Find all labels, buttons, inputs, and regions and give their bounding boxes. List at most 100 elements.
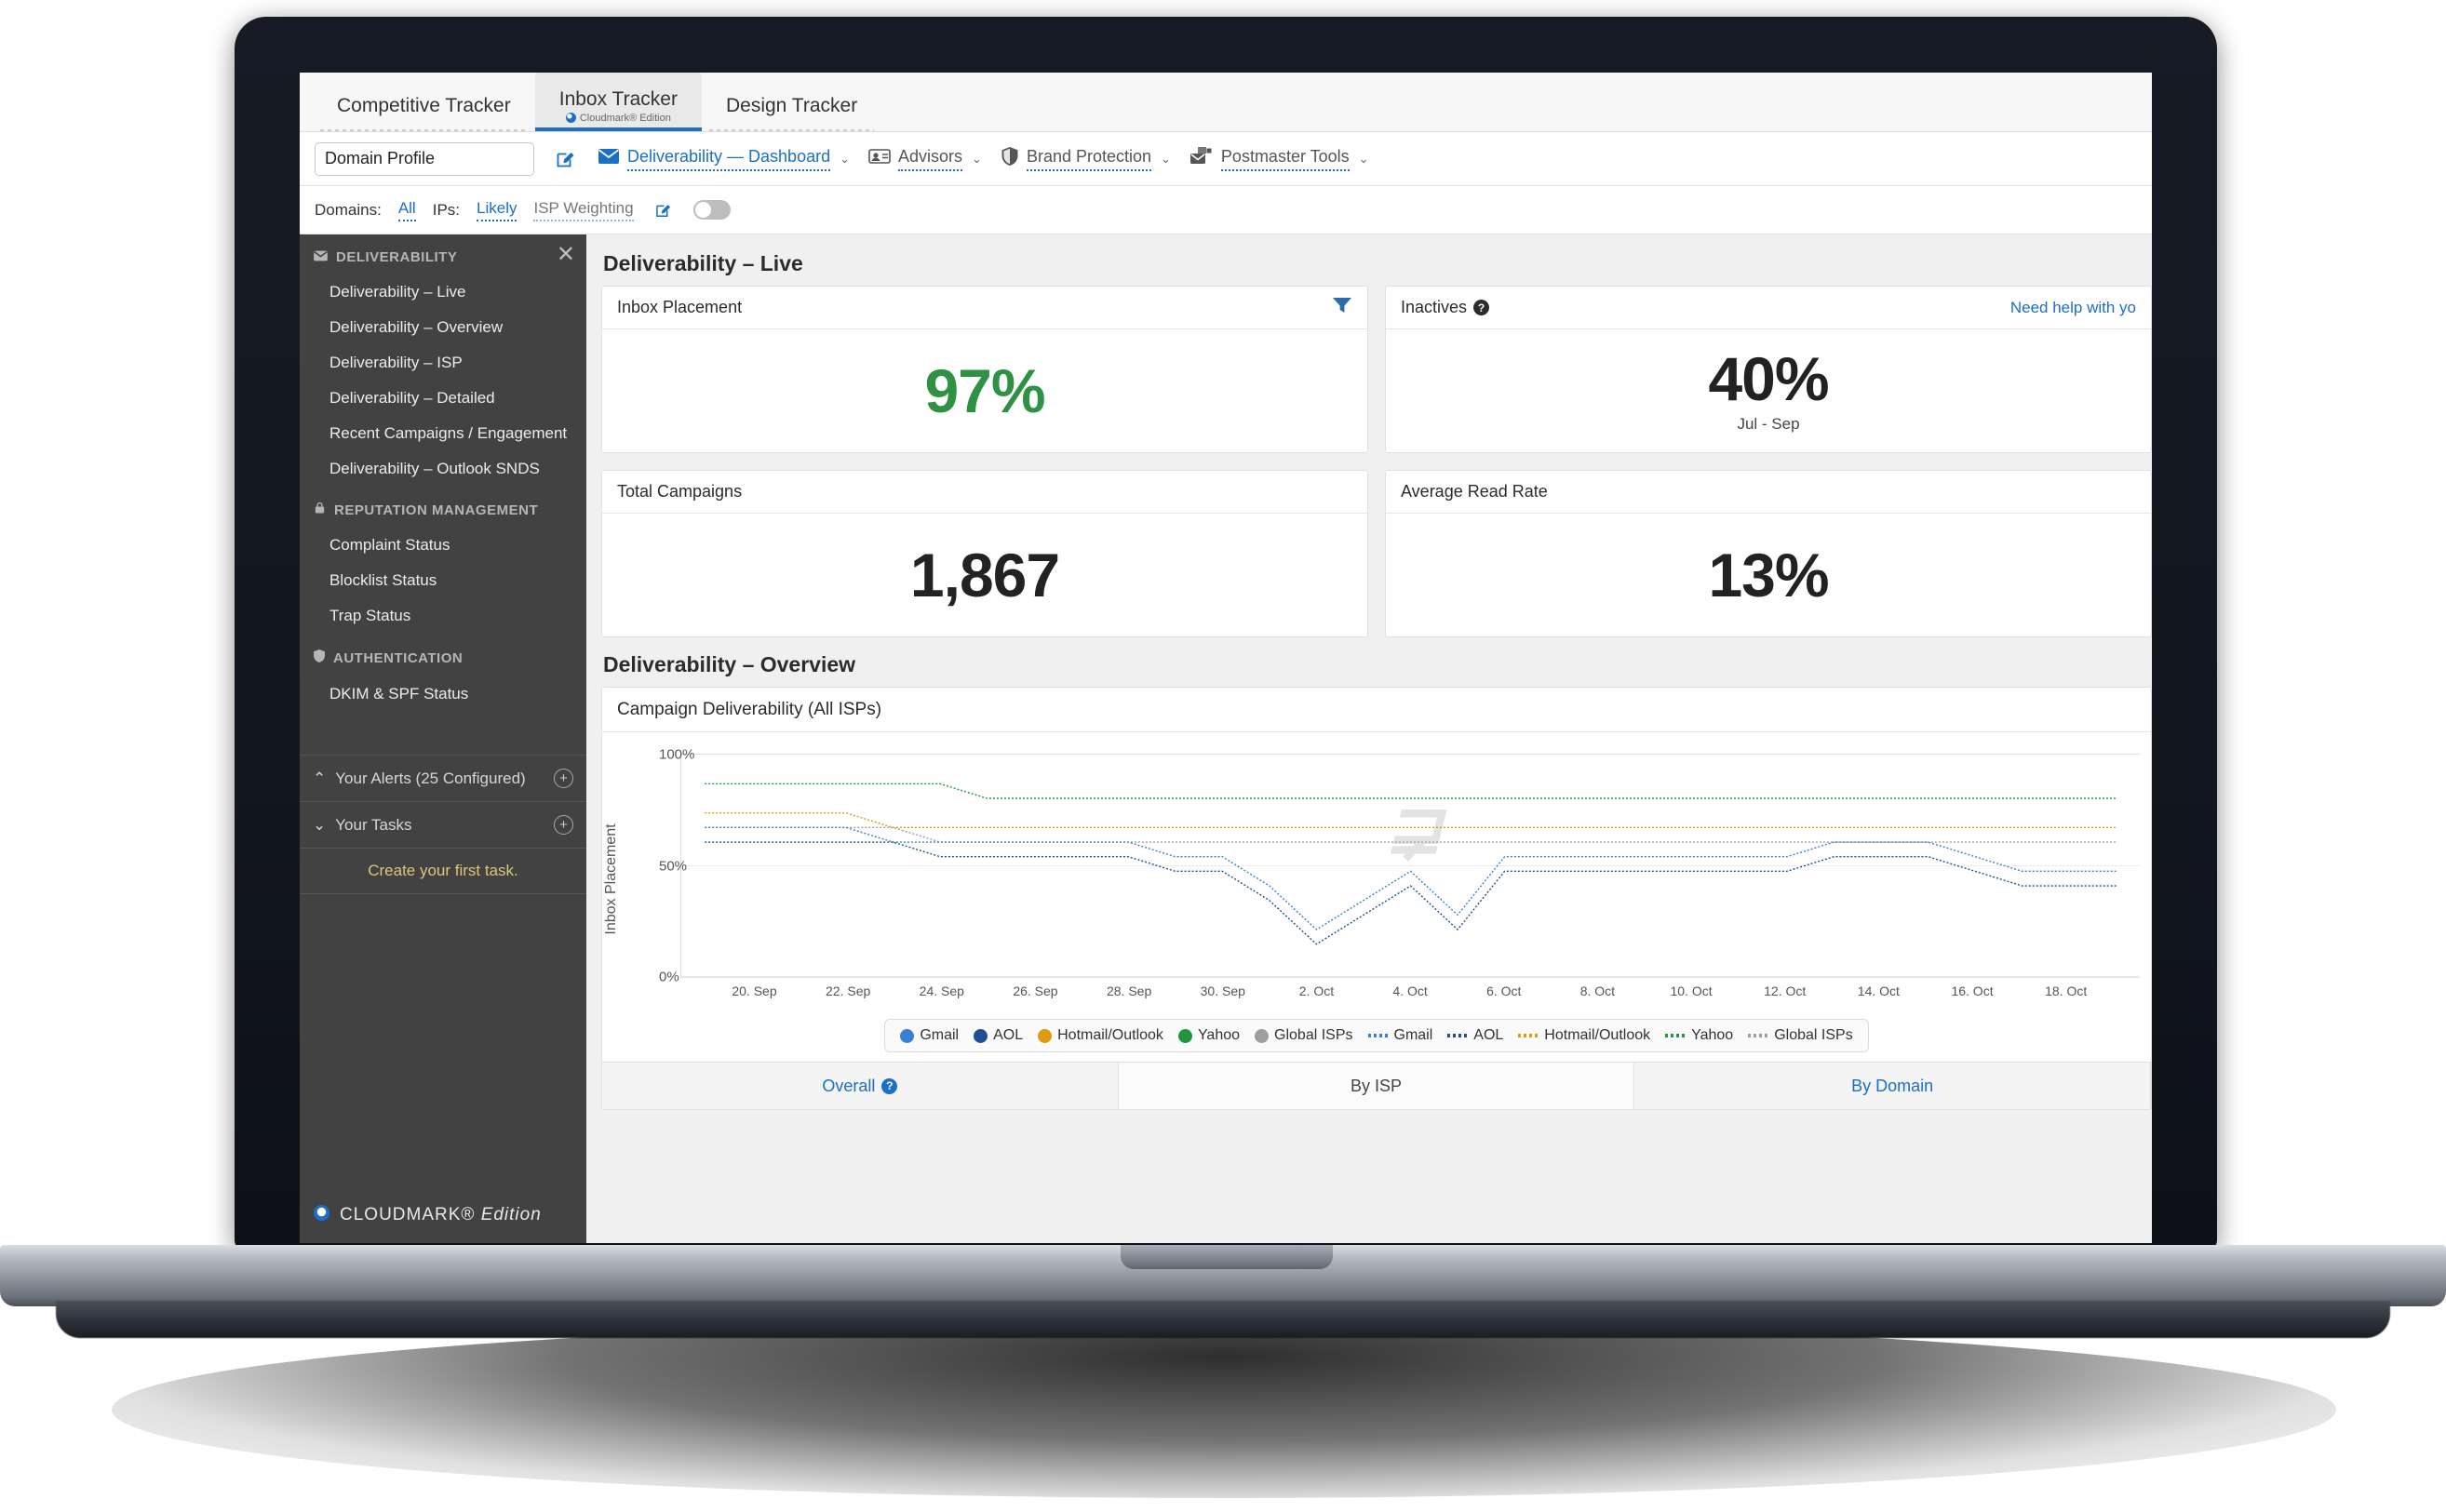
- card-average-read-rate: Average Read Rate 13%: [1385, 470, 2152, 637]
- menu-label: Advisors: [898, 147, 963, 171]
- section-title: REPUTATION MANAGEMENT: [334, 502, 539, 518]
- chart-title: Campaign Deliverability (All ISPs): [602, 688, 2151, 732]
- x-axis-ticks: 20. Sep 22. Sep 24. Sep 26. Sep 28. Sep 30. S…: [680, 983, 2140, 1008]
- deliverability-overview-title: Deliverability – Overview: [603, 652, 856, 676]
- plot-wrapper: Inbox Placement ⋥ 0% 50% 100% 20. Sep 22. S…: [603, 747, 2145, 1011]
- sidebar-section-authentication: AUTHENTICATION: [300, 634, 586, 676]
- tab-competitive-tracker[interactable]: Competitive Tracker: [313, 73, 535, 131]
- help-icon[interactable]: ?: [1473, 300, 1490, 315]
- menu-label: Postmaster Tools: [1220, 147, 1350, 171]
- sidebar-item-complaint-status[interactable]: Complaint Status: [300, 528, 586, 563]
- sidebar-item-blocklist-status[interactable]: Blocklist Status: [300, 563, 586, 598]
- x-axis-tick: 28. Sep: [1106, 983, 1152, 998]
- tab-label: Competitive Tracker: [337, 95, 511, 117]
- your-alerts-label: Your Alerts (25 Configured): [335, 769, 526, 787]
- card-header: Inactives ? Need help with yo: [1386, 287, 2151, 329]
- menu-label: Deliverability — Dashboard: [627, 147, 831, 171]
- x-axis-tick: 18. Oct: [2045, 983, 2088, 998]
- plus-circle-icon[interactable]: +: [554, 769, 573, 788]
- x-axis-tick: [1996, 983, 2042, 1008]
- x-axis-tick: [871, 983, 918, 1008]
- y-axis-tick: 100%: [659, 746, 695, 763]
- menu-advisors[interactable]: Advisors ⌄: [868, 147, 982, 171]
- laptop-foot: [56, 1301, 2390, 1338]
- main-content: Deliverability – Live Inbox Placement 97…: [586, 234, 2152, 1243]
- menu-postmaster-tools[interactable]: Postmaster Tools ⌄: [1189, 146, 1369, 171]
- ips-value-link[interactable]: Likely: [477, 199, 517, 221]
- sidebar: ✕ DELIVERABILITY Deliverability – Live D…: [300, 234, 586, 1243]
- laptop-notch: [1121, 1245, 1333, 1269]
- chart-area: Inbox Placement ⋥ 0% 50% 100% 20. Sep 22. S…: [602, 732, 2151, 1011]
- ips-label: IPs:: [432, 200, 461, 219]
- x-axis-tick: 6. Oct: [1486, 983, 1522, 998]
- trend-line-yahoo: [705, 783, 2116, 798]
- sidebar-item-deliverability-live[interactable]: Deliverability – Live: [300, 274, 586, 310]
- sidebar-your-tasks[interactable]: ⌄ Your Tasks +: [300, 802, 586, 849]
- isp-weighting-toggle[interactable]: [692, 200, 731, 220]
- sidebar-item-dkim-spf-status[interactable]: DKIM & SPF Status: [300, 676, 586, 712]
- card-header: Inbox Placement: [602, 287, 1367, 329]
- sidebar-your-alerts[interactable]: ⌃ Your Alerts (25 Configured) +: [300, 756, 586, 802]
- tab-sublabel: Cloudmark® Edition: [565, 112, 671, 124]
- x-axis-tick: 26. Sep: [1013, 983, 1058, 998]
- x-axis-tick: 30. Sep: [1200, 983, 1245, 998]
- y-axis-tick: 50%: [659, 858, 688, 874]
- y-axis-tick: 0%: [659, 969, 679, 985]
- tab-label: Inbox Tracker: [558, 88, 678, 111]
- card-title: Inactives: [1401, 298, 1468, 316]
- chevron-down-icon: ⌄: [1358, 151, 1369, 166]
- sidebar-item-deliverability-overview[interactable]: Deliverability – Overview: [300, 310, 586, 345]
- x-axis-tick: [1714, 983, 1761, 1008]
- isp-weighting-edit-icon[interactable]: [651, 197, 677, 223]
- x-axis-tick: [684, 983, 731, 1008]
- kpi-grid: Inbox Placement 97% Inactives ? Need hel…: [601, 286, 2152, 637]
- footer-brand: CLOUDMARK® Edition: [340, 1205, 542, 1225]
- sidebar-item-outlook-snds[interactable]: Deliverability – Outlook SNDS: [300, 451, 586, 487]
- domain-profile-input[interactable]: [315, 141, 534, 176]
- shield-icon: [1001, 146, 1019, 171]
- sidebar-section-reputation-management: REPUTATION MANAGEMENT: [300, 487, 586, 528]
- card-total-campaigns: Total Campaigns 1,867: [601, 470, 1368, 637]
- sidebar-item-trap-status[interactable]: Trap Status: [300, 598, 586, 634]
- menu-deliverability-dashboard[interactable]: Deliverability — Dashboard ⌄: [598, 147, 850, 171]
- card-header: Total Campaigns: [602, 471, 1367, 514]
- card-body: 40% Jul - Sep: [1386, 329, 2151, 452]
- x-axis-tick: [1433, 983, 1480, 1008]
- x-axis-tick: 12. Oct: [1764, 983, 1807, 998]
- plot-region: ⋥ 0% 50% 100%: [659, 747, 2140, 985]
- chevron-up-icon: ⌃: [313, 769, 327, 787]
- sidebar-item-deliverability-isp[interactable]: Deliverability – ISP: [300, 345, 586, 381]
- edit-pencil-icon[interactable]: [553, 146, 579, 172]
- x-axis-tick: [965, 983, 1012, 1008]
- plus-circle-icon[interactable]: +: [554, 815, 573, 835]
- card-body: 13%: [1386, 514, 2151, 636]
- tab-label: Design Tracker: [725, 95, 858, 117]
- card-title: Total Campaigns: [617, 482, 743, 501]
- chevron-down-icon: ⌄: [313, 815, 327, 834]
- x-axis-tick: 20. Sep: [732, 983, 777, 998]
- filter-icon[interactable]: [1332, 296, 1352, 319]
- tab-design-tracker[interactable]: Design Tracker: [702, 73, 881, 131]
- footer-brand-edition: Edition: [480, 1205, 542, 1224]
- filter-bar: Domains: All IPs: Likely ISP Weighting: [300, 186, 2152, 234]
- card-body: 1,867: [602, 514, 1367, 636]
- x-axis-tick: [2090, 983, 2136, 1008]
- reputation-icon: [313, 502, 327, 518]
- card-title-wrap: Inactives ?: [1401, 298, 1490, 317]
- sidebar-item-recent-campaigns[interactable]: Recent Campaigns / Engagement: [300, 416, 586, 451]
- create-first-task-link[interactable]: Create your first task.: [300, 849, 586, 894]
- trend-line-aol: [705, 842, 2116, 944]
- card-body: 97%: [602, 329, 1367, 452]
- domains-value-link[interactable]: All: [397, 199, 416, 221]
- close-icon[interactable]: ✕: [557, 244, 575, 266]
- x-axis-tick: [1059, 983, 1106, 1008]
- inbox-tracker-app: Competitive Tracker Inbox Tracker Cloudm…: [300, 73, 2152, 1243]
- app-body: ✕ DELIVERABILITY Deliverability – Live D…: [300, 234, 2152, 1243]
- tab-sublabel-text: Cloudmark® Edition: [579, 112, 671, 124]
- menu-brand-protection[interactable]: Brand Protection ⌄: [1001, 146, 1171, 171]
- isp-weighting-label: ISP Weighting: [533, 199, 634, 221]
- sidebar-item-deliverability-detailed[interactable]: Deliverability – Detailed: [300, 381, 586, 416]
- need-help-link[interactable]: Need help with yo: [2010, 299, 2136, 317]
- tab-inbox-tracker[interactable]: Inbox Tracker Cloudmark® Edition: [534, 73, 703, 131]
- card-inactives: Inactives ? Need help with yo 40% Jul - …: [1385, 286, 2152, 453]
